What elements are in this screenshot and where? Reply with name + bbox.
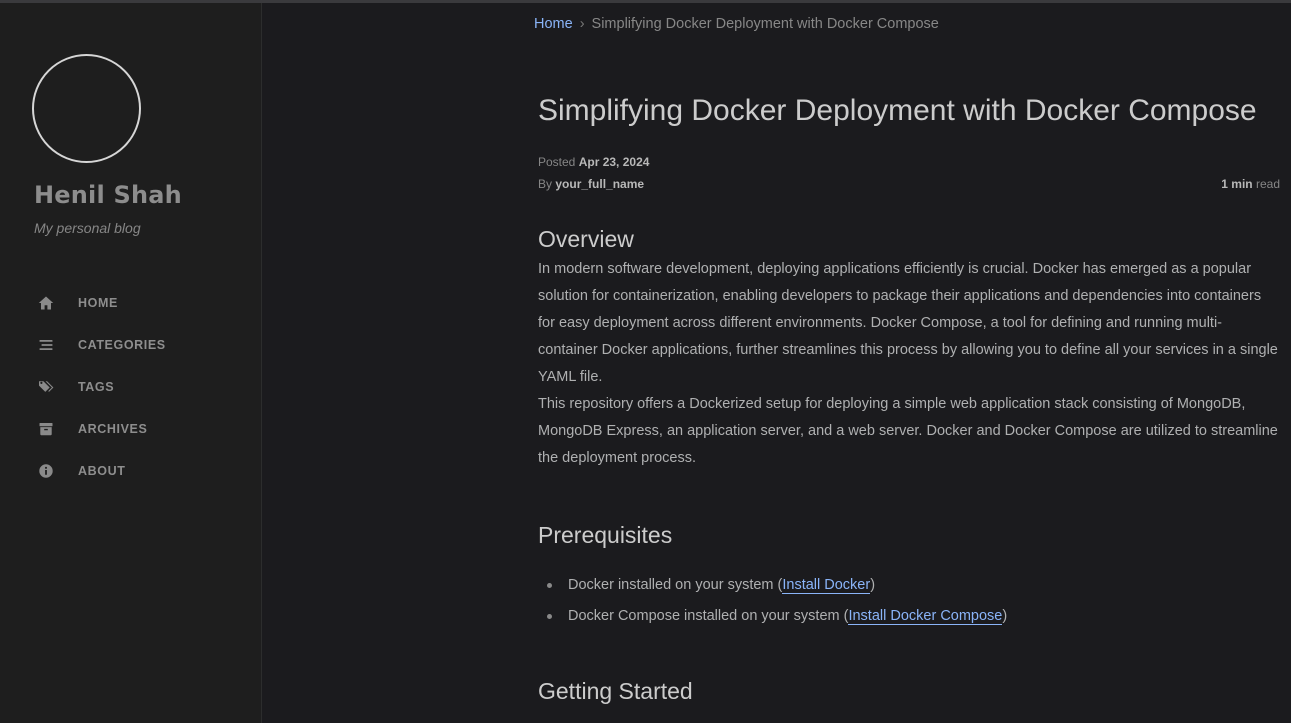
overview-paragraph-2: This repository offers a Dockerized setu…	[538, 396, 1278, 466]
sidebar-item-label: HOME	[78, 296, 118, 310]
sidebar-item-label: CATEGORIES	[78, 338, 166, 352]
post-date: Posted Apr 23, 2024	[538, 151, 1280, 173]
posted-date[interactable]: Apr 23, 2024	[579, 155, 650, 169]
info-circle-icon	[37, 462, 55, 480]
sidebar-item-categories[interactable]: CATEGORIES	[0, 324, 261, 366]
breadcrumb-current: Simplifying Docker Deployment with Docke…	[591, 16, 939, 32]
list-item-close-paren: )	[1002, 608, 1008, 624]
breadcrumb-home-link[interactable]: Home	[534, 16, 573, 32]
breadcrumb: Home › Simplifying Docker Deployment with …	[534, 16, 939, 32]
breadcrumb-separator: ›	[579, 16, 585, 32]
sidebar-item-home[interactable]: HOME	[0, 282, 261, 324]
by-label: By	[538, 177, 553, 191]
heading-getting-started[interactable]: Getting Started	[538, 674, 1280, 708]
sidebar-item-label: TAGS	[78, 380, 115, 394]
list-item-text: Docker Compose installed on your system …	[568, 608, 849, 624]
sidebar-item-label: ARCHIVES	[78, 422, 148, 436]
archive-icon	[37, 420, 55, 438]
post-author: By your_full_name	[538, 173, 1280, 195]
read-time-value: 1 min	[1221, 177, 1253, 191]
sidebar-item-label: ABOUT	[78, 464, 126, 478]
sidebar-item-about[interactable]: ABOUT	[0, 450, 261, 492]
heading-overview[interactable]: Overview	[538, 222, 1280, 256]
site-subtitle: My personal blog	[34, 220, 141, 236]
home-icon	[37, 294, 55, 312]
author-name: your_full_name	[555, 177, 645, 191]
bullet-icon	[547, 583, 552, 588]
sidebar-item-archives[interactable]: ARCHIVES	[0, 408, 261, 450]
site-title[interactable]: Henil Shah	[34, 181, 182, 209]
list-item: Docker Compose installed on your system …	[547, 601, 1280, 632]
list-item-text: Docker installed on your system (	[568, 577, 783, 593]
sidebar-item-tags[interactable]: TAGS	[0, 366, 261, 408]
post-meta: Posted Apr 23, 2024 By your_full_name 1 …	[538, 151, 1280, 195]
install-docker-link[interactable]: Install Docker	[782, 577, 871, 594]
posted-label: Posted	[538, 155, 576, 169]
overview-paragraph-1: In modern software development, deployin…	[538, 261, 1278, 385]
stream-icon	[37, 336, 55, 354]
prerequisites-list: Docker installed on your system (Install…	[538, 570, 1280, 632]
avatar[interactable]	[32, 54, 141, 163]
post-content: Simplifying Docker Deployment with Docke…	[538, 90, 1280, 708]
read-time: 1 min read	[1221, 173, 1280, 195]
read-time-label: read	[1255, 177, 1280, 191]
tags-icon	[37, 378, 55, 396]
bullet-icon	[547, 614, 552, 619]
list-item: Docker installed on your system (Install…	[547, 570, 1280, 601]
page-title: Simplifying Docker Deployment with Docke…	[538, 94, 1257, 127]
sidebar: Henil Shah My personal blog HOME CATEGOR…	[0, 3, 262, 723]
sidebar-nav: HOME CATEGORIES TAGS ARCHIVES ABOUT	[0, 282, 261, 492]
heading-prerequisites[interactable]: Prerequisites	[538, 518, 1280, 552]
list-item-close-paren: )	[870, 577, 876, 593]
install-docker-compose-link[interactable]: Install Docker Compose	[848, 608, 1003, 625]
